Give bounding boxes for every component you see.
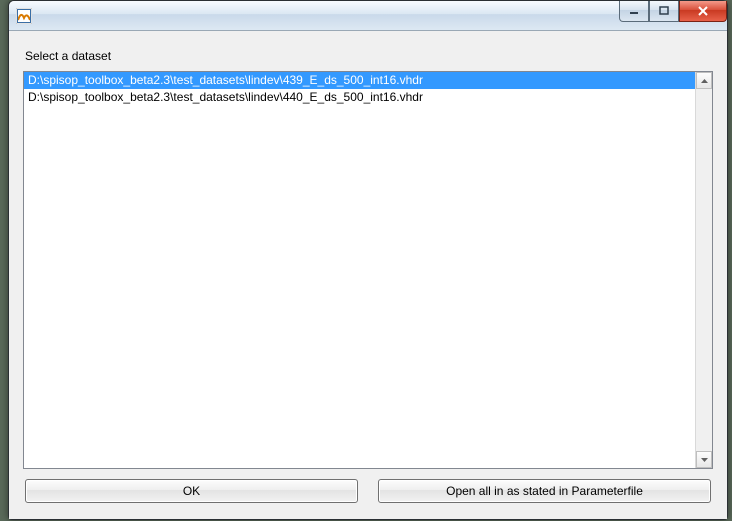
- window-controls: [619, 1, 727, 22]
- dataset-list-container: D:\spisop_toolbox_beta2.3\test_datasets\…: [23, 71, 713, 469]
- open-all-button-label: Open all in as stated in Parameterfile: [446, 484, 643, 498]
- list-item[interactable]: D:\spisop_toolbox_beta2.3\test_datasets\…: [24, 72, 695, 89]
- client-area: Select a dataset D:\spisop_toolbox_beta2…: [9, 31, 727, 519]
- vertical-scrollbar[interactable]: [695, 72, 712, 468]
- ok-button-label: OK: [183, 484, 200, 498]
- minimize-button[interactable]: [619, 1, 649, 22]
- scroll-down-button[interactable]: [696, 451, 712, 468]
- dialog-window: Select a dataset D:\spisop_toolbox_beta2…: [8, 0, 728, 520]
- prompt-label: Select a dataset: [25, 49, 711, 63]
- scroll-up-button[interactable]: [696, 72, 712, 89]
- button-row: OK Open all in as stated in Parameterfil…: [23, 469, 713, 509]
- app-icon: [15, 7, 33, 25]
- close-button[interactable]: [679, 1, 727, 22]
- ok-button[interactable]: OK: [25, 479, 358, 503]
- open-all-button[interactable]: Open all in as stated in Parameterfile: [378, 479, 711, 503]
- dataset-listbox[interactable]: D:\spisop_toolbox_beta2.3\test_datasets\…: [24, 72, 695, 468]
- maximize-button[interactable]: [649, 1, 679, 22]
- titlebar[interactable]: [9, 1, 727, 31]
- list-item[interactable]: D:\spisop_toolbox_beta2.3\test_datasets\…: [24, 89, 695, 106]
